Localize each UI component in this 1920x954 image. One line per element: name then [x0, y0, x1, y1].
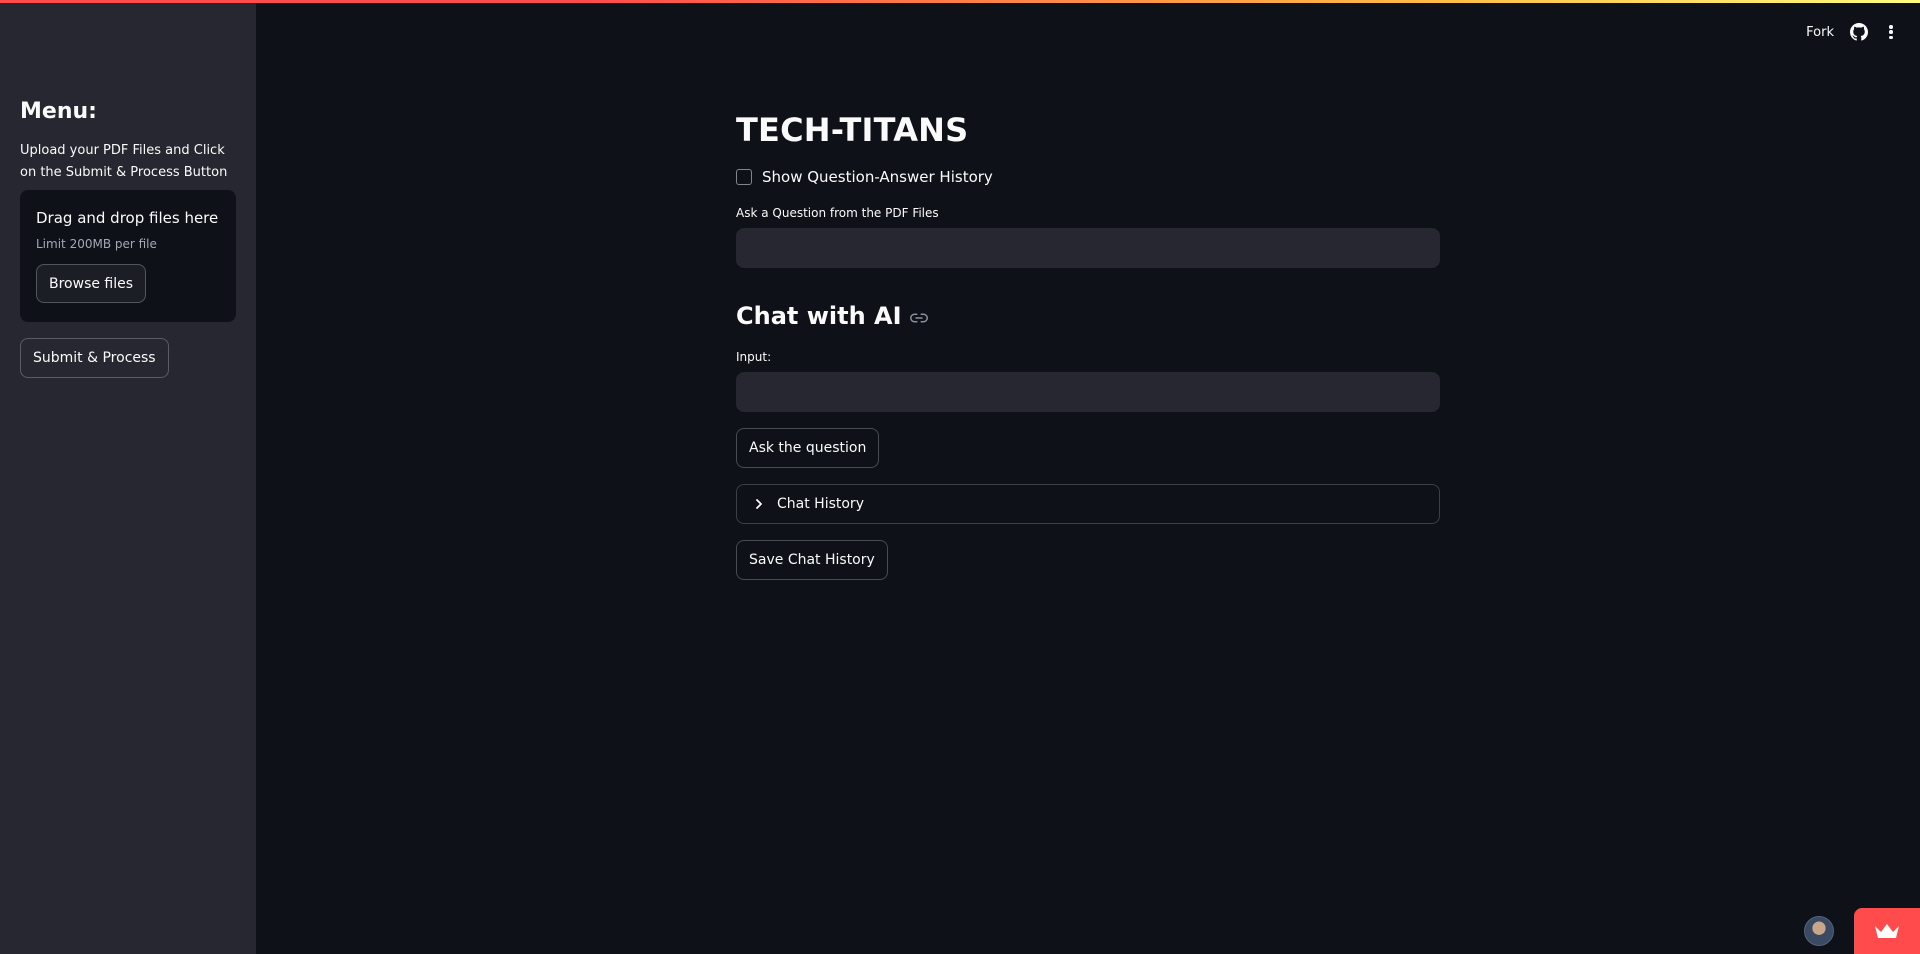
pdf-question-label: Ask a Question from the PDF Files: [736, 206, 939, 220]
submit-process-button[interactable]: Submit & Process: [20, 338, 169, 378]
ask-question-button[interactable]: Ask the question: [736, 428, 880, 468]
show-history-checkbox[interactable]: Show Question-Answer History: [736, 166, 1440, 188]
sidebar-content: Menu: Upload your PDF Files and Click on…: [20, 96, 236, 378]
fork-link[interactable]: Fork: [1806, 25, 1834, 40]
github-icon[interactable]: [1850, 23, 1868, 41]
header-toolbar: Fork: [1806, 20, 1898, 44]
main-content: TECH-TITANS Show Question-Answer History…: [736, 110, 1440, 580]
page-title: TECH-TITANS: [736, 111, 969, 149]
pdf-question-input[interactable]: [736, 228, 1440, 268]
kebab-menu-icon[interactable]: [1884, 23, 1898, 41]
streamlit-crown-icon[interactable]: [1854, 908, 1920, 954]
chevron-right-icon: [753, 498, 765, 510]
show-history-label: Show Question-Answer History: [762, 168, 993, 186]
browse-files-button[interactable]: Browse files: [36, 264, 147, 303]
file-dropzone[interactable]: Drag and drop files here Limit 200MB per…: [20, 190, 236, 322]
dropzone-limit: Limit 200MB per file: [36, 237, 157, 251]
chat-history-label: Chat History: [777, 496, 864, 512]
chat-input[interactable]: [736, 372, 1440, 412]
top-decoration-bar: [0, 0, 1920, 3]
dropzone-title: Drag and drop files here: [36, 209, 219, 227]
save-chat-history-button[interactable]: Save Chat History: [736, 540, 888, 580]
sidebar: Menu: Upload your PDF Files and Click on…: [0, 0, 256, 954]
chat-input-label: Input:: [736, 350, 772, 364]
chat-heading: Chat with AI: [736, 302, 902, 330]
sidebar-instructions: Upload your PDF Files and Click on the S…: [20, 143, 228, 180]
checkbox-box[interactable]: [736, 169, 752, 185]
chat-history-expander[interactable]: Chat History: [736, 484, 1440, 524]
sidebar-title: Menu:: [20, 99, 97, 124]
avatar[interactable]: [1804, 916, 1834, 946]
chat-heading-row: Chat with AI: [736, 298, 1440, 334]
link-icon[interactable]: [909, 309, 928, 327]
